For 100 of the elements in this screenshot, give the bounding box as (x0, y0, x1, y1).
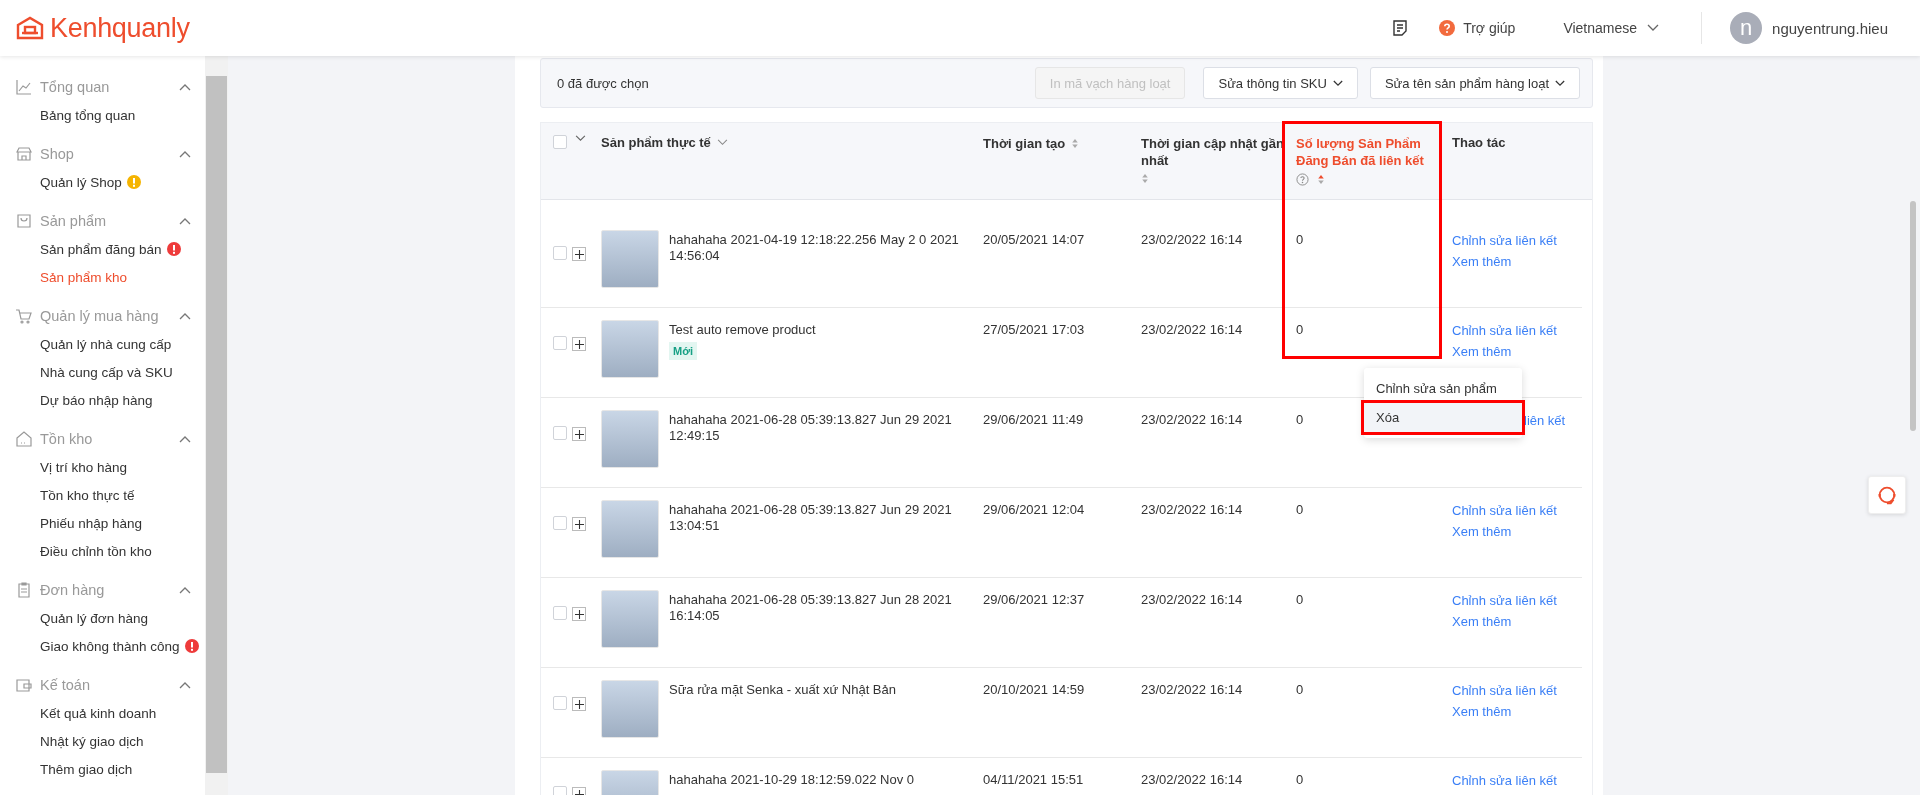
action-link[interactable]: Chỉnh sửa liên kết (1452, 502, 1557, 519)
product-name: hahahaha 2021-06-28 05:39:13.827 Jun 28 2021 16:14:05 (669, 592, 953, 624)
sort-icon[interactable] (1317, 174, 1325, 185)
action-link[interactable]: Xem thêm (1452, 703, 1512, 720)
action-link[interactable]: Xem thêm (1452, 253, 1512, 270)
toolbar-button[interactable]: Sửa tên sản phẩm hàng loạt (1369, 67, 1580, 99)
action-link[interactable]: Chỉnh sửa liên kết (1452, 592, 1557, 609)
row-checkbox[interactable] (553, 426, 567, 440)
table-cell: 23/02/2022 16:14 (1141, 412, 1243, 427)
clipboard-icon (16, 582, 32, 598)
toolbar-button[interactable]: Sửa thông tin SKU (1203, 67, 1358, 99)
sidebar-item[interactable]: Tồn kho thực tế (40, 487, 135, 503)
action-link[interactable]: Xem thêm (1452, 613, 1512, 630)
action-link[interactable]: Chỉnh sửa liên kết (1452, 772, 1557, 789)
sidebar-item[interactable]: Quản lý nhà cung cấp (40, 336, 172, 352)
photo-placeholder (601, 230, 659, 288)
sidebar-item[interactable]: Nhật ký giao dịch (40, 733, 144, 749)
table-cell: 0 (1296, 592, 1304, 607)
table-cell: 23/02/2022 16:14 (1141, 772, 1243, 787)
expand-button[interactable] (572, 697, 586, 711)
table-cell: 27/05/2021 17:03 (983, 322, 1085, 337)
sidebar-item[interactable]: Kết quả kinh doanh (40, 705, 157, 721)
sidebar-item[interactable]: Giao không thành công (40, 638, 180, 654)
help-link[interactable]: Trợ giúp (1439, 20, 1516, 36)
support-button[interactable] (1868, 476, 1906, 514)
sidebar-item[interactable]: Bảng tổng quan (40, 107, 136, 123)
row-checkbox[interactable] (553, 516, 567, 530)
note-icon[interactable] (1393, 20, 1408, 36)
row-checkbox[interactable] (553, 606, 567, 620)
menu-item[interactable]: Chỉnh sửa sản phẩm (1364, 374, 1522, 403)
action-link[interactable]: Chỉnh sửa liên kết (1452, 232, 1557, 249)
user-name[interactable]: nguyentrung.hieu (1772, 19, 1888, 37)
product-name: hahahaha 2021-04-19 12:18:22.256 May 2 0 2021 14:56:04 (669, 232, 960, 264)
help-icon[interactable] (1296, 173, 1309, 186)
row-checkbox[interactable] (553, 336, 567, 350)
scrollbar[interactable] (1910, 201, 1916, 431)
expand-button[interactable] (572, 247, 586, 261)
column-header: Số lượng Sản Phẩm Đăng Bán đã liên kết (1296, 135, 1425, 169)
new-tag: Mới (669, 342, 698, 360)
column-header: Thời gian tạo (983, 135, 1066, 152)
bag-icon (16, 213, 32, 229)
action-link[interactable]: Chỉnh sửa liên kết (1452, 322, 1557, 339)
expand-button[interactable] (572, 517, 586, 531)
scrollbar[interactable] (205, 56, 228, 795)
shop-icon (16, 146, 32, 162)
sidebar-item[interactable]: Sản phẩm kho (40, 269, 128, 285)
house-icon (16, 431, 32, 447)
table-cell: 0 (1296, 412, 1304, 427)
table-cell: 20/10/2021 14:59 (983, 682, 1085, 697)
row-checkbox[interactable] (553, 696, 567, 710)
photo-placeholder (601, 320, 659, 378)
caret-icon (179, 586, 191, 594)
sort-icon[interactable] (1141, 173, 1149, 184)
expand-button[interactable] (572, 427, 586, 441)
action-link[interactable]: Xem thêm (1452, 343, 1512, 360)
table-cell: 0 (1296, 682, 1304, 697)
caret-icon (179, 681, 191, 689)
expand-button[interactable] (572, 607, 586, 621)
expand-button[interactable] (572, 337, 586, 351)
chart-icon (16, 79, 32, 95)
select-all-checkbox[interactable] (553, 135, 567, 149)
product-name: hahahaha 2021-10-29 18:12:59.022 Nov 0 (669, 772, 915, 788)
table-cell: 23/02/2022 16:14 (1141, 682, 1243, 697)
caret-icon (179, 312, 191, 320)
sidebar-item[interactable]: Quản lý Shop (40, 174, 122, 190)
action-link[interactable]: Chỉnh sửa liên kết (1452, 682, 1557, 699)
sort-icon[interactable] (1071, 138, 1080, 149)
column-header: Thao tác (1452, 135, 1506, 150)
table-cell: 04/11/2021 15:51 (983, 772, 1084, 787)
sidebar-item[interactable]: Thêm giao dịch (40, 761, 133, 777)
sidebar-item[interactable]: Vị trí kho hàng (40, 459, 128, 475)
menu-item[interactable]: Xóa (1364, 403, 1522, 432)
sidebar-item[interactable]: Điều chỉnh tồn kho (40, 543, 152, 559)
sidebar-item[interactable]: Sản phẩm đăng bán (40, 241, 162, 257)
chevron-down-icon[interactable] (575, 135, 586, 142)
photo-placeholder (601, 590, 659, 648)
chevron-down-icon[interactable] (716, 139, 728, 146)
photo-placeholder (601, 410, 659, 468)
row-checkbox[interactable] (553, 246, 567, 260)
sidebar-item[interactable]: Quản lý đơn hàng (40, 610, 148, 626)
sidebar-item[interactable]: Dự báo nhập hàng (40, 392, 153, 408)
action-link[interactable]: Xem thêm (1452, 523, 1512, 540)
product-name: Test auto remove product (669, 322, 816, 338)
product-name: hahahaha 2021-06-28 05:39:13.827 Jun 29 2021 13:04:51 (669, 502, 953, 534)
sidebar-item[interactable]: Nhà cung cấp và SKU (40, 364, 173, 380)
selected-count: 0 đã được chọn (557, 75, 649, 91)
table-cell: 29/06/2021 11:49 (983, 412, 1084, 427)
photo-placeholder (601, 680, 659, 738)
language-dropdown[interactable]: Vietnamese (1563, 20, 1660, 36)
logo-text: Kenhquanly (50, 12, 190, 44)
table-cell: 23/02/2022 16:14 (1141, 592, 1243, 607)
cart-icon (16, 308, 32, 324)
table-cell: 0 (1296, 502, 1304, 517)
table-cell: 23/02/2022 16:14 (1141, 502, 1243, 517)
action-link[interactable]: liên kết (1524, 412, 1566, 429)
caret-icon (179, 217, 191, 225)
table-cell: 29/06/2021 12:04 (983, 502, 1085, 517)
table-cell: 29/06/2021 12:37 (983, 592, 1085, 607)
sidebar-item[interactable]: Phiếu nhập hàng (40, 515, 143, 531)
caret-icon (179, 435, 191, 443)
